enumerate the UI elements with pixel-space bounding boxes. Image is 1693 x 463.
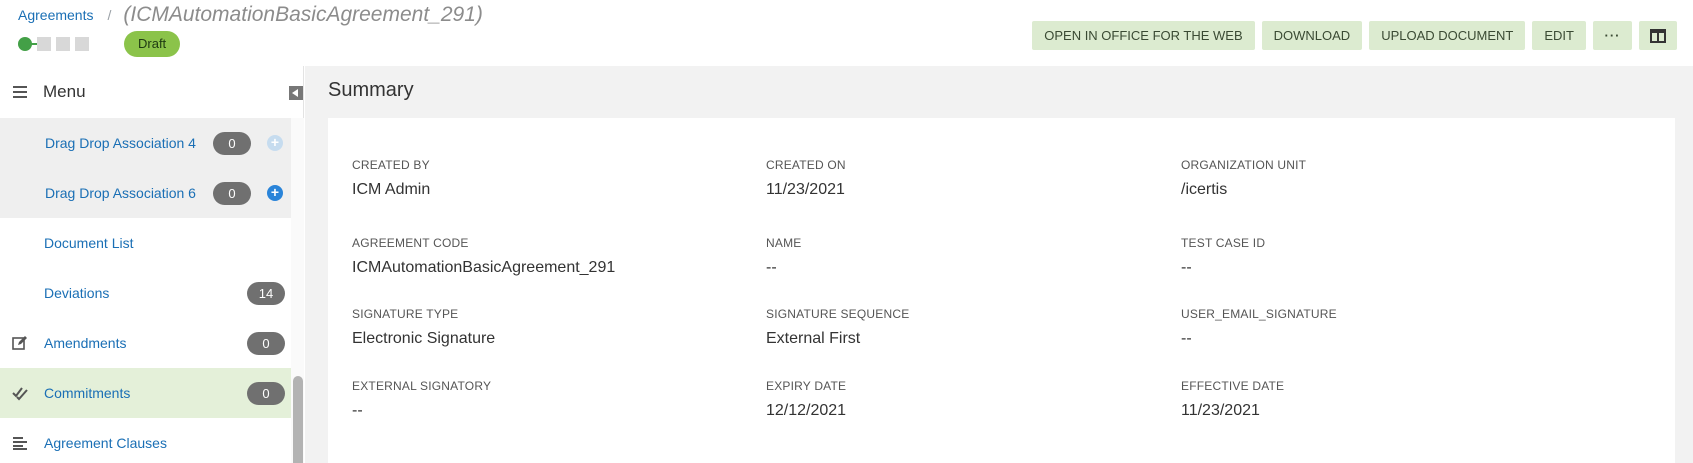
sidebar: Menu Drag Drop Association 4 0 + Drag Dr… (0, 66, 304, 463)
count-badge: 0 (247, 332, 285, 355)
field-external-signatory: EXTERNAL SIGNATORY -- (352, 379, 491, 420)
status-badge: Draft (124, 31, 181, 57)
field-value: ICM Admin (352, 181, 431, 198)
field-test-case-id: TEST CASE ID -- (1181, 236, 1265, 277)
collapse-sidebar-icon[interactable] (289, 86, 303, 100)
field-label: SIGNATURE TYPE (352, 307, 459, 321)
field-created-by: CREATED BY ICM Admin (352, 158, 430, 199)
add-circle-icon[interactable]: + (267, 185, 283, 201)
more-actions-button[interactable]: ··· (1593, 21, 1632, 50)
record-header: Agreements / (ICMAutomationBasicAgreemen… (0, 0, 1693, 66)
field-label: EXPIRY DATE (766, 379, 847, 393)
field-value: /icertis (1181, 181, 1228, 198)
field-value: -- (1181, 330, 1192, 347)
field-name: NAME -- (766, 236, 801, 277)
progress-step-pending (37, 37, 51, 51)
field-label: ORGANIZATION UNIT (1181, 158, 1307, 172)
field-organization-unit: ORGANIZATION UNIT /icertis (1181, 158, 1306, 199)
sidebar-item-label: Deviations (44, 285, 110, 301)
breadcrumb: Agreements / (ICMAutomationBasicAgreemen… (18, 2, 483, 26)
sidebar-item-deviations[interactable]: Deviations 14 (0, 268, 291, 318)
field-signature-sequence: SIGNATURE SEQUENCE External First (766, 307, 909, 348)
field-value: ICMAutomationBasicAgreement_291 (352, 259, 616, 276)
sidebar-scrollbar-thumb[interactable] (293, 376, 303, 463)
field-value: 12/12/2021 (766, 402, 847, 419)
field-value: 11/23/2021 (766, 181, 845, 198)
main-content: Summary CREATED BY ICM Admin CREATED ON … (305, 66, 1693, 463)
field-label: SIGNATURE SEQUENCE (766, 307, 910, 321)
edit-button[interactable]: EDIT (1532, 21, 1586, 50)
sidebar-item-agreement-clauses[interactable]: Agreement Clauses (0, 418, 291, 463)
align-left-icon (11, 434, 29, 452)
count-badge: 0 (213, 132, 251, 155)
workflow-progress (18, 37, 89, 51)
section-title: Summary (328, 79, 414, 101)
field-value: -- (352, 402, 363, 419)
field-value: -- (1181, 259, 1192, 276)
upload-document-button[interactable]: UPLOAD DOCUMENT (1369, 21, 1526, 50)
field-value: -- (766, 259, 777, 276)
field-expiry-date: EXPIRY DATE 12/12/2021 (766, 379, 846, 420)
download-button[interactable]: DOWNLOAD (1261, 21, 1363, 50)
field-label: CREATED BY (352, 158, 430, 172)
open-in-office-button[interactable]: OPEN IN OFFICE FOR THE WEB (1032, 21, 1255, 50)
count-badge: 0 (213, 182, 251, 205)
field-label: EXTERNAL SIGNATORY (352, 379, 492, 393)
record-title: (ICMAutomationBasicAgreement_291) (123, 3, 483, 26)
field-signature-type: SIGNATURE TYPE Electronic Signature (352, 307, 495, 348)
field-agreement-code: AGREEMENT CODE ICMAutomationBasicAgreeme… (352, 236, 615, 277)
sidebar-nav: Drag Drop Association 4 0 + Drag Drop As… (0, 118, 291, 463)
add-circle-icon[interactable]: + (267, 135, 283, 151)
sidebar-item-label: Document List (44, 235, 134, 251)
sidebar-item-drag-drop-association-4[interactable]: Drag Drop Association 4 0 + (0, 118, 291, 168)
progress-step-pending (56, 37, 70, 51)
menu-header[interactable]: Menu (0, 66, 304, 118)
field-effective-date: EFFECTIVE DATE 11/23/2021 (1181, 379, 1284, 420)
field-value: 11/23/2021 (1181, 402, 1260, 419)
field-value: External First (766, 330, 861, 347)
field-label: USER_EMAIL_SIGNATURE (1181, 307, 1337, 321)
summary-card: CREATED BY ICM Admin CREATED ON 11/23/20… (328, 118, 1675, 463)
sidebar-item-label: Drag Drop Association 6 (45, 185, 196, 201)
count-badge: 14 (247, 282, 285, 305)
field-label: AGREEMENT CODE (352, 236, 469, 250)
toggle-panel-button[interactable] (1639, 21, 1677, 50)
breadcrumb-separator: / (107, 7, 112, 23)
sidebar-item-label: Agreement Clauses (44, 435, 167, 451)
breadcrumb-agreements-link[interactable]: Agreements (18, 7, 93, 23)
field-user-email-signature: USER_EMAIL_SIGNATURE -- (1181, 307, 1337, 348)
field-label: TEST CASE ID (1181, 236, 1266, 250)
hamburger-icon (13, 86, 27, 98)
sidebar-item-document-list[interactable]: Document List (0, 218, 291, 268)
field-label: NAME (766, 236, 802, 250)
menu-label: Menu (43, 82, 86, 101)
field-label: CREATED ON (766, 158, 846, 172)
field-value: Electronic Signature (352, 330, 496, 347)
progress-step-pending (75, 37, 89, 51)
field-label: EFFECTIVE DATE (1181, 379, 1285, 393)
split-panel-icon (1650, 28, 1666, 43)
sidebar-item-label: Amendments (44, 335, 127, 351)
action-toolbar: OPEN IN OFFICE FOR THE WEB DOWNLOAD UPLO… (1032, 21, 1693, 50)
count-badge: 0 (247, 382, 285, 405)
sidebar-item-label: Drag Drop Association 4 (45, 135, 196, 151)
sidebar-item-label: Commitments (44, 385, 131, 401)
edit-icon (11, 334, 29, 352)
sidebar-item-drag-drop-association-6[interactable]: Drag Drop Association 6 0 + (0, 168, 291, 218)
double-check-icon (11, 384, 29, 402)
field-created-on: CREATED ON 11/23/2021 (766, 158, 846, 199)
sidebar-item-commitments[interactable]: Commitments 0 (0, 368, 291, 418)
progress-step-complete (18, 37, 32, 51)
sidebar-item-amendments[interactable]: Amendments 0 (0, 318, 291, 368)
